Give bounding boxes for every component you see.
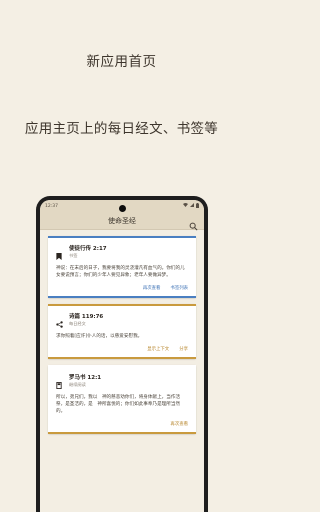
card-subtitle: 每日经文 (69, 321, 86, 326)
share-button[interactable]: 分享 (179, 346, 188, 352)
phone-screen: 12:37 使命圣经 使徒行传 2:17 书签 神说：在末后的日子，我要将我的灵… (40, 200, 204, 512)
card-reference: 诗篇 119:76 (69, 314, 104, 320)
daily-verse-card: 诗篇 119:76 每日经文 求你照着[应许]仆人的话，以慈爱安慰我。 显示上下… (48, 304, 196, 359)
app-title: 使命圣经 (108, 216, 136, 225)
search-icon[interactable] (189, 216, 198, 231)
card-verse-text: 求你照着[应许]仆人的话，以慈爱安慰我。 (56, 334, 143, 339)
card-reference: 罗马书 12:1 (69, 375, 102, 381)
status-time: 12:37 (45, 203, 58, 209)
card-verse-text: 神说：在末后的日子，我要将我的灵浇灌凡有血气的。你们的儿女要说预言；你们的少年人… (56, 266, 185, 278)
wifi-icon (183, 203, 188, 209)
camera-icon (118, 205, 126, 212)
book-icon (56, 374, 62, 389)
home-feed: 使徒行传 2:17 书签 神说：在末后的日子，我要将我的灵浇灌凡有血气的。你们的… (40, 230, 204, 446)
review-again-button[interactable]: 再次查看 (170, 421, 188, 427)
bookmark-card: 使徒行传 2:17 书签 神说：在末后的日子，我要将我的灵浇灌凡有血气的。你们的… (48, 236, 196, 298)
card-verse-text: 所以，弟兄们，我以 神的慈悲劝你们，将身体献上，当作活祭，是圣洁的，是 神所喜悦… (56, 395, 181, 414)
bookmark-icon (56, 245, 62, 260)
card-actions: 显示上下文 分享 (56, 340, 188, 357)
app-bar: 使命圣经 (40, 212, 204, 231)
review-again-button[interactable]: 再次查看 (143, 285, 161, 291)
show-context-button[interactable]: 显示上下文 (147, 346, 169, 352)
card-accent-bottom (48, 357, 196, 359)
card-subtitle: 继续阅读 (69, 382, 86, 387)
promo-title: 新应用首页 (86, 54, 157, 70)
card-accent-bottom (48, 296, 196, 298)
signal-icon (190, 203, 194, 209)
continue-reading-card: 罗马书 12:1 继续阅读 所以，弟兄们，我以 神的慈悲劝你们，将身体献上，当作… (48, 365, 196, 434)
card-actions: 再次查看 (56, 415, 188, 432)
status-icons (183, 202, 199, 210)
promo-subtitle: 应用主页上的每日经文、书签等 (24, 121, 219, 137)
phone-frame: 12:37 使命圣经 使徒行传 2:17 书签 神说：在末后的日子，我要将我的灵… (36, 196, 208, 512)
card-reference: 使徒行传 2:17 (69, 246, 107, 252)
battery-icon (196, 202, 199, 210)
share-icon (56, 313, 63, 328)
card-accent-bottom (48, 432, 196, 434)
bookmark-list-button[interactable]: 书签列表 (170, 285, 188, 291)
card-subtitle: 书签 (69, 253, 78, 258)
card-actions: 再次查看 书签列表 (56, 279, 188, 296)
